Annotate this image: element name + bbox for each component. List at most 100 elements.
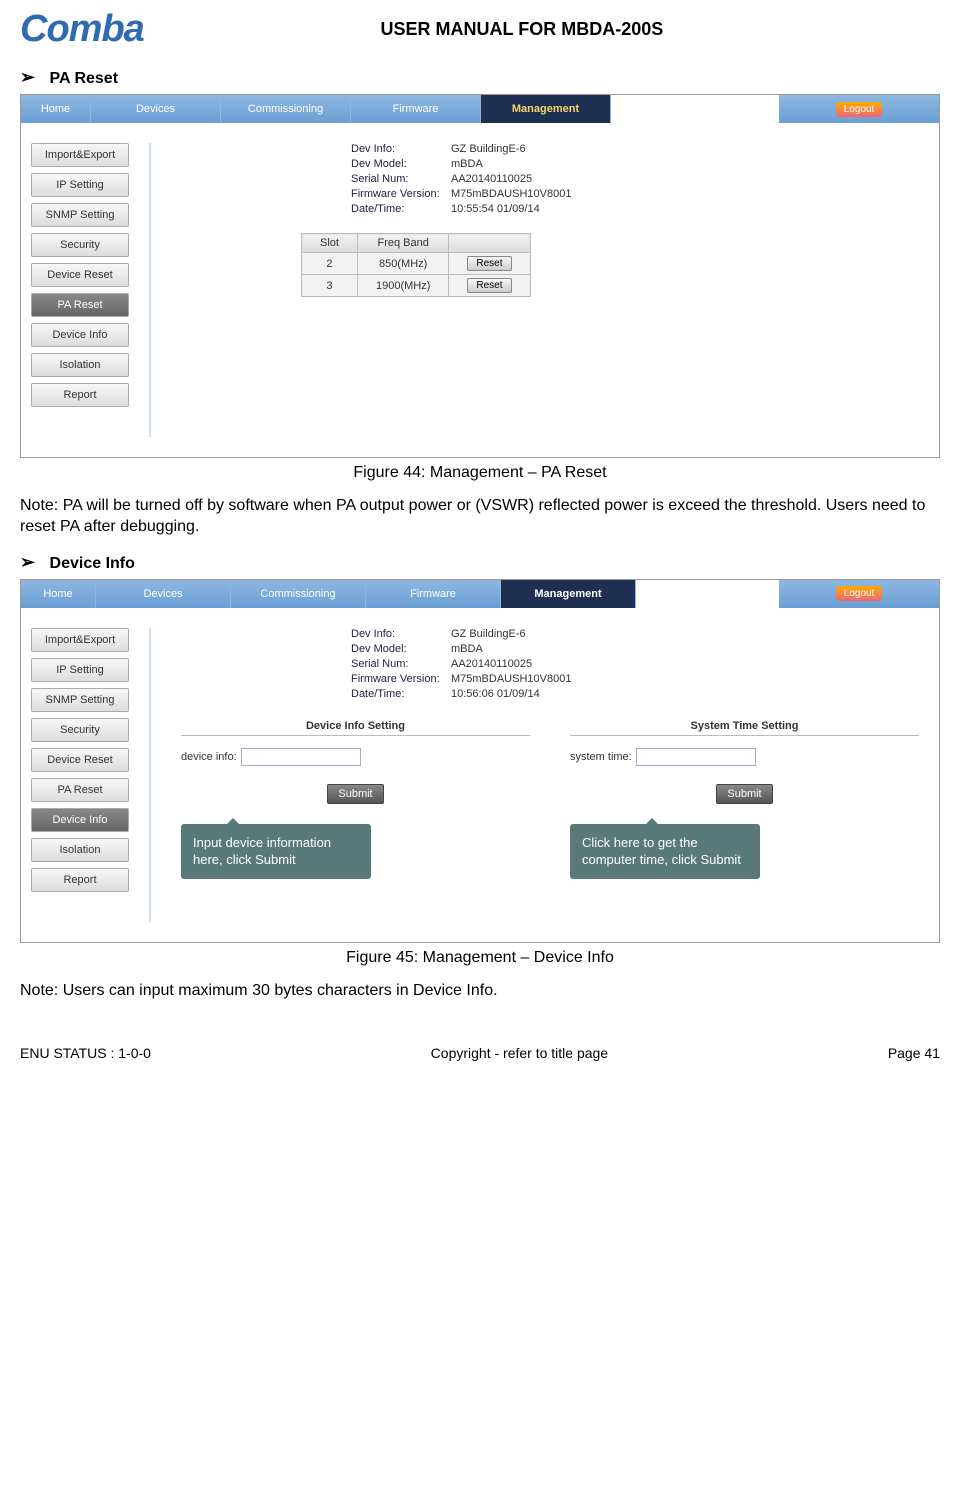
sidebar-item-pa-reset[interactable]: PA Reset <box>31 778 129 802</box>
fw-label: Firmware Version: <box>351 188 451 200</box>
table-row: 2 850(MHz) Reset <box>302 253 531 275</box>
sidebar-item-ip-setting[interactable]: IP Setting <box>31 658 129 682</box>
panel-title: System Time Setting <box>570 720 919 736</box>
figure-44-caption: Figure 44: Management – PA Reset <box>20 464 940 482</box>
page-footer: ENU STATUS : 1-0-0 Copyright - refer to … <box>0 1015 960 1071</box>
nav-management[interactable]: Management <box>501 580 636 608</box>
fw-value: M75mBDAUSH10V8001 <box>451 188 571 200</box>
nav-devices[interactable]: Devices <box>91 95 221 123</box>
cell-slot: 2 <box>302 253 358 275</box>
nav-devices[interactable]: Devices <box>96 580 231 608</box>
devmodel-label: Dev Model: <box>351 643 451 655</box>
reset-table: Slot Freq Band 2 850(MHz) Reset 3 1900(M… <box>301 233 531 297</box>
callout-system-time: Click here to get the computer time, cli… <box>570 824 760 879</box>
nav-commissioning[interactable]: Commissioning <box>221 95 351 123</box>
footer-right: Page 41 <box>888 1045 940 1061</box>
note-pa-reset: Note: PA will be turned off by software … <box>20 496 940 538</box>
sidebar-item-snmp-setting[interactable]: SNMP Setting <box>31 203 129 227</box>
sidebar-item-import-export[interactable]: Import&Export <box>31 143 129 167</box>
datetime-value: 10:56:06 01/09/14 <box>451 688 540 700</box>
datetime-value: 10:55:54 01/09/14 <box>451 203 540 215</box>
cell-slot: 3 <box>302 275 358 297</box>
nav-logout-area: Logout <box>779 580 939 608</box>
note-device-info: Note: Users can input maximum 30 bytes c… <box>20 981 940 1002</box>
datetime-label: Date/Time: <box>351 688 451 700</box>
sidebar-item-security[interactable]: Security <box>31 718 129 742</box>
logout-button[interactable]: Logout <box>836 586 883 601</box>
section-pa-reset: ➢ PA Reset <box>20 67 940 88</box>
sidebar-item-snmp-setting[interactable]: SNMP Setting <box>31 688 129 712</box>
top-nav: Home Devices Commissioning Firmware Mana… <box>21 580 939 608</box>
fw-label: Firmware Version: <box>351 673 451 685</box>
nav-firmware[interactable]: Firmware <box>366 580 501 608</box>
footer-left: ENU STATUS : 1-0-0 <box>20 1045 151 1061</box>
section-device-info: ➢ Device Info <box>20 552 940 573</box>
nav-management[interactable]: Management <box>481 95 611 123</box>
sidebar-item-device-reset[interactable]: Device Reset <box>31 748 129 772</box>
sidebar-item-device-reset[interactable]: Device Reset <box>31 263 129 287</box>
nav-logout-area: Logout <box>779 95 939 123</box>
nav-home[interactable]: Home <box>21 580 96 608</box>
serial-value: AA20140110025 <box>451 658 532 670</box>
arrow-icon: ➢ <box>20 552 35 572</box>
table-row: 3 1900(MHz) Reset <box>302 275 531 297</box>
system-time-label: system time: <box>570 751 632 763</box>
callout-device-info: Input device information here, click Sub… <box>181 824 371 879</box>
sidebar: Import&Export IP Setting SNMP Setting Se… <box>31 628 151 922</box>
nav-firmware[interactable]: Firmware <box>351 95 481 123</box>
th-freq: Freq Band <box>357 234 448 253</box>
section-title: Device Info <box>50 555 135 572</box>
figure-44-screenshot: Home Devices Commissioning Firmware Mana… <box>20 94 940 458</box>
header-title: USER MANUAL FOR MBDA-200S <box>104 19 940 40</box>
devinfo-value: GZ BuildingE-6 <box>451 143 526 155</box>
system-time-input[interactable] <box>636 748 756 766</box>
reset-button[interactable]: Reset <box>467 256 511 271</box>
section-title: PA Reset <box>50 70 118 87</box>
pa-reset-panel: Dev Info:GZ BuildingE-6 Dev Model:mBDA S… <box>171 143 929 437</box>
sidebar: Import&Export IP Setting SNMP Setting Se… <box>31 143 151 437</box>
nav-home[interactable]: Home <box>21 95 91 123</box>
cell-freq: 1900(MHz) <box>357 275 448 297</box>
footer-center: Copyright - refer to title page <box>431 1045 608 1061</box>
nav-commissioning[interactable]: Commissioning <box>231 580 366 608</box>
sidebar-item-security[interactable]: Security <box>31 233 129 257</box>
sidebar-item-report[interactable]: Report <box>31 383 129 407</box>
devmodel-value: mBDA <box>451 643 483 655</box>
device-info-setting-panel: Device Info Setting device info: Submit … <box>181 720 530 879</box>
datetime-label: Date/Time: <box>351 203 451 215</box>
device-info-panel: Dev Info:GZ BuildingE-6 Dev Model:mBDA S… <box>171 628 929 922</box>
cell-freq: 850(MHz) <box>357 253 448 275</box>
submit-button[interactable]: Submit <box>327 784 383 804</box>
th-action <box>449 234 530 253</box>
figure-45-screenshot: Home Devices Commissioning Firmware Mana… <box>20 579 940 943</box>
panel-title: Device Info Setting <box>181 720 530 736</box>
sidebar-item-pa-reset[interactable]: PA Reset <box>31 293 129 317</box>
devinfo-label: Dev Info: <box>351 628 451 640</box>
sidebar-item-import-export[interactable]: Import&Export <box>31 628 129 652</box>
system-time-setting-panel: System Time Setting system time: Submit … <box>570 720 919 879</box>
serial-label: Serial Num: <box>351 173 451 185</box>
th-slot: Slot <box>302 234 358 253</box>
reset-button[interactable]: Reset <box>467 278 511 293</box>
page-header: Comba USER MANUAL FOR MBDA-200S <box>0 0 960 55</box>
serial-label: Serial Num: <box>351 658 451 670</box>
sidebar-item-device-info[interactable]: Device Info <box>31 808 129 832</box>
sidebar-item-report[interactable]: Report <box>31 868 129 892</box>
sidebar-item-isolation[interactable]: Isolation <box>31 353 129 377</box>
devinfo-label: Dev Info: <box>351 143 451 155</box>
submit-button[interactable]: Submit <box>716 784 772 804</box>
devmodel-label: Dev Model: <box>351 158 451 170</box>
sidebar-item-isolation[interactable]: Isolation <box>31 838 129 862</box>
devinfo-value: GZ BuildingE-6 <box>451 628 526 640</box>
logout-button[interactable]: Logout <box>836 102 883 117</box>
fw-value: M75mBDAUSH10V8001 <box>451 673 571 685</box>
top-nav: Home Devices Commissioning Firmware Mana… <box>21 95 939 123</box>
serial-value: AA20140110025 <box>451 173 532 185</box>
figure-45-caption: Figure 45: Management – Device Info <box>20 949 940 967</box>
device-info-input[interactable] <box>241 748 361 766</box>
sidebar-item-device-info[interactable]: Device Info <box>31 323 129 347</box>
devmodel-value: mBDA <box>451 158 483 170</box>
sidebar-item-ip-setting[interactable]: IP Setting <box>31 173 129 197</box>
device-info-label: device info: <box>181 751 237 763</box>
arrow-icon: ➢ <box>20 67 35 87</box>
